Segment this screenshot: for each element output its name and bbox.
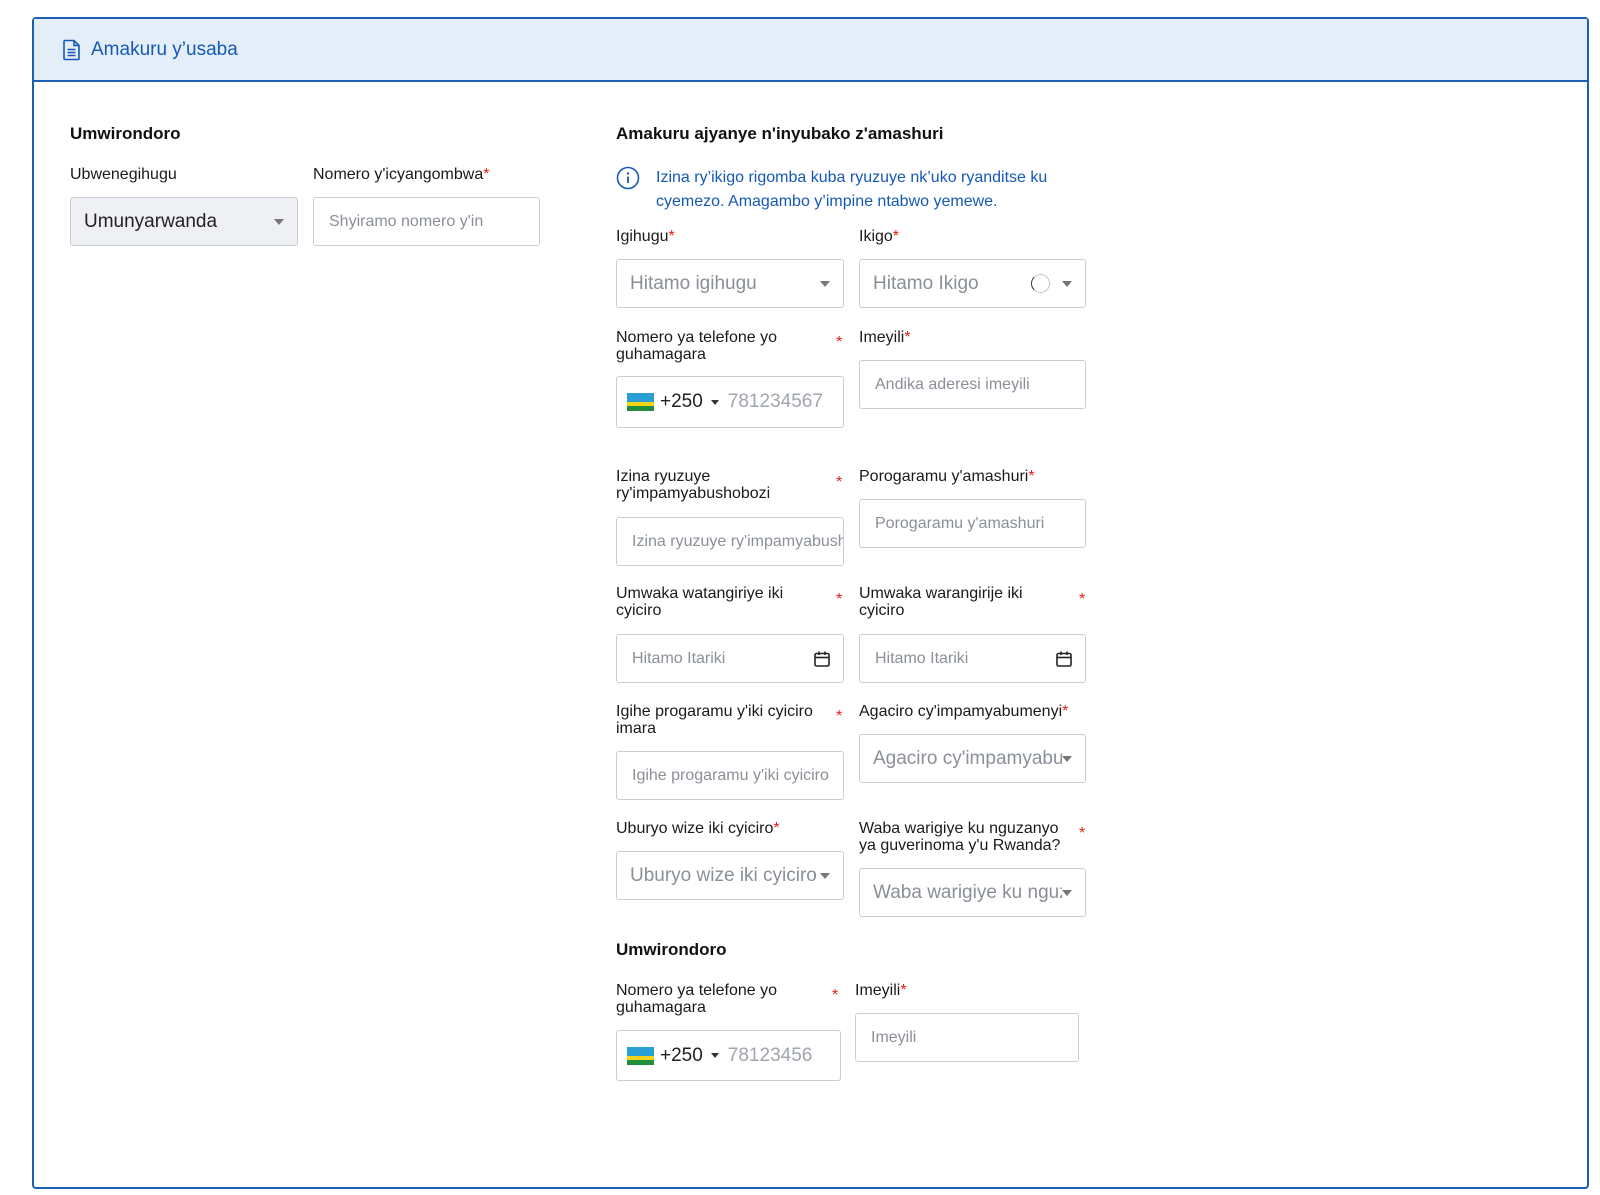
grade-placeholder: Agaciro cy'impamyabumenyi (873, 747, 1062, 769)
contact-phone-placeholder: 78123456 (727, 1044, 813, 1066)
contact-phone-input[interactable]: +250 78123456 (616, 1030, 841, 1081)
qualification-required-mark: * (836, 474, 843, 491)
qualification-name-label: Izina ryuzuye ry'impamyabushobozi (616, 468, 771, 502)
contact-email-placeholder: Imeyili (871, 1028, 917, 1046)
loan-label: Waba warigiye ku nguzanyo ya guverinoma y… (859, 820, 1061, 854)
program-input[interactable]: Porogaramu y'amashuri (859, 499, 1086, 548)
country-select[interactable]: Hitamo igihugu (616, 259, 844, 308)
email-input[interactable]: Andika aderesi imeyili (859, 360, 1086, 409)
grade-select[interactable]: Agaciro cy'impamyabumenyi (859, 734, 1086, 783)
section-title-profile: Umwirondoro (70, 124, 181, 143)
chevron-down-icon (820, 280, 830, 287)
info-notice: Izina ry’ikigo rigomba kuba ryuzuye nk’u… (616, 166, 1096, 214)
id-number-label: Nomero y'icyangombwa* (313, 166, 490, 183)
end-year-required-mark: * (1079, 591, 1086, 608)
contact-phone-country-code[interactable]: +250 (660, 1045, 703, 1067)
program-placeholder: Porogaramu y'amashuri (875, 514, 1045, 532)
info-icon (616, 166, 640, 190)
duration-placeholder: Igihe progaramu y'iki cyiciro (632, 766, 829, 784)
document-icon (63, 39, 80, 60)
phone-label: Nomero ya telefone yo guhamagara (616, 329, 777, 363)
chevron-down-icon (274, 218, 284, 225)
end-year-placeholder: Hitamo Itariki (875, 649, 969, 667)
duration-required-mark: * (836, 708, 843, 725)
start-year-datepicker[interactable]: Hitamo Itariki (616, 634, 844, 683)
grade-label: Agaciro cy'impamyabumenyi* (859, 703, 1069, 720)
study-mode-select[interactable]: Uburyo wize iki cyiciro (616, 851, 844, 900)
rwanda-flag-icon (627, 1046, 654, 1065)
phone-required-mark: * (836, 334, 843, 351)
id-number-input[interactable]: Shyiramo nomero y'in (313, 197, 540, 246)
section-title-contact: Umwirondoro (616, 940, 727, 959)
loan-placeholder: Waba warigiye ku nguzanyo (873, 881, 1062, 903)
phone-country-code[interactable]: +250 (660, 391, 703, 413)
chevron-down-icon (710, 399, 719, 405)
nationality-label: Ubwenegihugu (70, 166, 177, 183)
nationality-value: Umunyarwanda (84, 210, 218, 232)
qualification-name-placeholder: Izina ryuzuye ry'impamyabushobozi (632, 532, 843, 550)
calendar-icon[interactable] (813, 650, 831, 668)
contact-email-input[interactable]: Imeyili (855, 1013, 1079, 1062)
contact-phone-required-mark: * (832, 987, 839, 1004)
end-year-label: Umwaka warangirije iki cyiciro (859, 585, 1023, 619)
duration-label: Igihe progaramu y'iki cyiciro imara (616, 703, 813, 737)
card-header: Amakuru y’usaba (34, 19, 1587, 82)
start-year-required-mark: * (836, 591, 843, 608)
info-text: Izina ry’ikigo rigomba kuba ryuzuye nk’u… (656, 169, 1048, 210)
card-title: Amakuru y’usaba (91, 38, 238, 60)
chevron-down-icon (1062, 889, 1072, 896)
qualification-name-input[interactable]: Izina ryuzuye ry'impamyabushobozi (616, 517, 844, 566)
start-year-placeholder: Hitamo Itariki (632, 649, 726, 667)
duration-input[interactable]: Igihe progaramu y'iki cyiciro (616, 751, 844, 800)
id-number-placeholder: Shyiramo nomero y'in (329, 212, 484, 230)
chevron-down-icon (820, 872, 830, 879)
start-year-label: Umwaka watangiriye iki cyiciro (616, 585, 784, 619)
program-label: Porogaramu y'amashuri* (859, 468, 1035, 485)
section-title-education: Amakuru ajyanye n'inyubako z'amashuri (616, 124, 944, 143)
loan-select[interactable]: Waba warigiye ku nguzanyo (859, 868, 1086, 917)
chevron-down-icon (1062, 755, 1072, 762)
institution-select[interactable]: Hitamo Ikigo (859, 259, 1086, 308)
country-placeholder: Hitamo igihugu (630, 272, 757, 294)
contact-phone-label: Nomero ya telefone yo guhamagara (616, 982, 777, 1016)
loading-spinner-icon (1031, 274, 1050, 293)
institution-label: Ikigo* (859, 228, 900, 245)
phone-input[interactable]: +250 781234567 (616, 376, 844, 428)
rwanda-flag-icon (627, 393, 654, 411)
phone-placeholder: 781234567 (727, 391, 823, 412)
study-mode-label: Uburyo wize iki cyiciro* (616, 820, 780, 837)
end-year-datepicker[interactable]: Hitamo Itariki (859, 634, 1086, 683)
calendar-icon[interactable] (1055, 650, 1073, 668)
institution-placeholder: Hitamo Ikigo (873, 272, 979, 294)
email-placeholder: Andika aderesi imeyili (875, 375, 1030, 393)
email-label: Imeyili* (859, 329, 911, 346)
country-label: Igihugu* (616, 228, 675, 245)
chevron-down-icon (1062, 280, 1072, 287)
contact-email-label: Imeyili* (855, 982, 907, 999)
loan-required-mark: * (1079, 825, 1086, 842)
chevron-down-icon (710, 1053, 719, 1058)
study-mode-placeholder: Uburyo wize iki cyiciro (630, 864, 817, 886)
nationality-select[interactable]: Umunyarwanda (70, 197, 298, 246)
